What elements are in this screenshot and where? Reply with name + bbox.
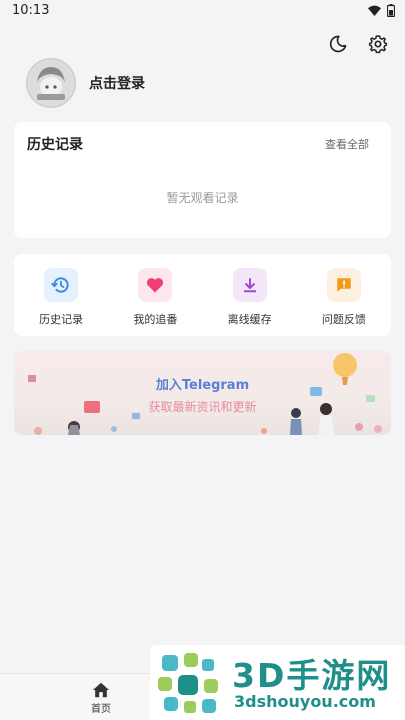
anime-avatar-icon (29, 61, 73, 105)
empty-history-text: 暂无观看记录 (166, 191, 239, 205)
history-icon (51, 277, 69, 293)
menu-label-downloads: 离线缓存 (227, 313, 272, 326)
feedback-icon (337, 278, 351, 292)
menu-item-history[interactable]: 历史记录 (14, 254, 108, 336)
avatar[interactable] (26, 58, 76, 108)
history-icon-tile (44, 268, 79, 302)
watermark-logo-icon (158, 653, 218, 713)
banner-subtitle: 获取最新资讯和更新 (148, 400, 257, 414)
menu-item-favorites[interactable]: 我的追番 (108, 254, 202, 336)
menu-label-favorites: 我的追番 (133, 313, 178, 326)
heart-icon (147, 278, 164, 293)
login-prompt[interactable]: 点击登录 (89, 73, 145, 93)
wifi-icon (368, 5, 381, 16)
moon-icon (329, 35, 347, 53)
history-title: 历史记录 (27, 137, 83, 153)
watermark-url: 3dshouyou.com (234, 692, 376, 711)
status-bar: 10:13 (0, 0, 405, 24)
heart-icon-tile (138, 268, 173, 302)
banner-illustration (28, 353, 382, 435)
banner-title: 加入Telegram (155, 378, 250, 393)
watermark-brand: 3D手游网 (232, 656, 392, 695)
home-icon (93, 682, 109, 698)
download-icon-tile (232, 268, 267, 302)
telegram-banner[interactable]: 加入Telegram 获取最新资讯和更新 (14, 351, 391, 435)
settings-button[interactable] (365, 31, 391, 57)
quick-menu: 历史记录 我的追番 离线缓存 问题反馈 (14, 254, 391, 336)
menu-label-history: 历史记录 (39, 313, 84, 326)
view-all-link[interactable]: 查看全部 (325, 136, 369, 152)
tab-home[interactable]: 首页 (80, 682, 122, 715)
status-time: 10:13 (12, 3, 50, 18)
menu-item-feedback[interactable]: 问题反馈 (297, 254, 391, 336)
download-icon (243, 278, 256, 293)
history-card: 历史记录 查看全部 暂无观看记录 (14, 122, 391, 238)
gear-icon (368, 35, 388, 54)
menu-label-feedback: 问题反馈 (321, 313, 366, 326)
tab-home-label: 首页 (91, 704, 111, 715)
system-icons (368, 4, 395, 17)
dark-mode-toggle[interactable] (325, 31, 351, 57)
feedback-icon-tile (326, 268, 361, 302)
site-watermark: 3D手游网 3dshouyou.com (150, 645, 405, 720)
profile-section[interactable]: 点击登录 (26, 58, 145, 108)
menu-item-downloads[interactable]: 离线缓存 (203, 254, 297, 336)
battery-icon (387, 4, 395, 17)
